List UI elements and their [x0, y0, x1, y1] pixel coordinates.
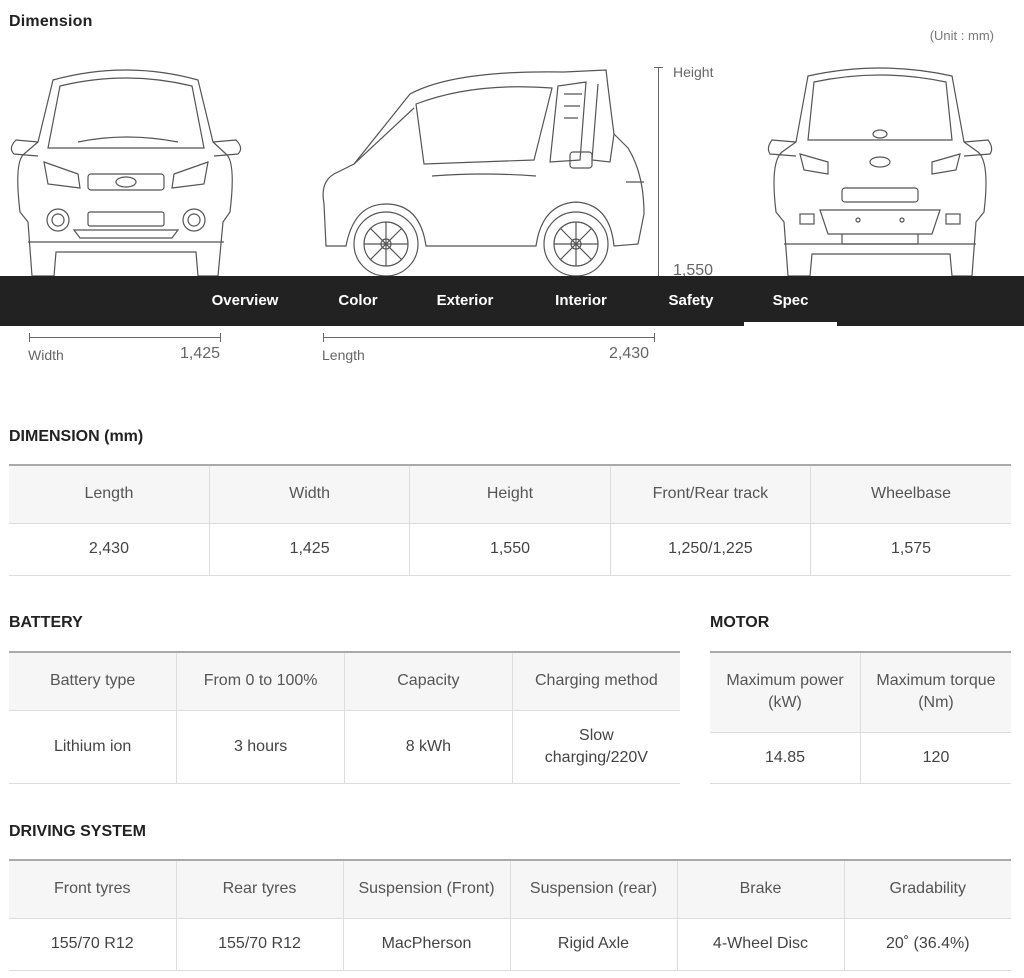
driving-value-cell: 20˚ (36.4%): [844, 918, 1011, 971]
length-label: Length: [322, 347, 365, 363]
width-measure-line: [29, 337, 220, 338]
nav-safety[interactable]: Safety: [650, 276, 732, 326]
driving-header-cell: Rear tyres: [176, 859, 344, 919]
motor-value-cell: 120: [860, 732, 1011, 784]
page-title: Dimension: [9, 13, 93, 30]
table-row: 14.85 120: [710, 732, 1011, 784]
dimension-header-row: Length Width Height Front/Rear track Whe…: [9, 464, 1011, 524]
length-value: 2,430: [609, 345, 650, 362]
driving-value-cell: 155/70 R12: [176, 918, 344, 971]
driving-header-cell: Suspension (Front): [343, 859, 511, 919]
nav-active-indicator: [744, 322, 837, 326]
table-row: 155/70 R12 155/70 R12 MacPherson Rigid A…: [9, 918, 1011, 971]
dimension-header-cell: Wheelbase: [810, 464, 1011, 524]
motor-table: Maximum power (kW) Maximum torque (Nm) 1…: [710, 651, 1011, 784]
driving-section-title: DRIVING SYSTEM: [9, 823, 146, 840]
car-side-view-image: [314, 64, 650, 278]
battery-value-cell: Slow charging/220V: [512, 710, 680, 784]
unit-note: (Unit : mm): [929, 28, 994, 43]
battery-value-cell: Lithium ion: [9, 710, 178, 784]
dimension-header-cell: Width: [209, 464, 411, 524]
dimension-value-cell: 2,430: [9, 523, 210, 576]
driving-header-cell: Suspension (rear): [510, 859, 678, 919]
battery-header-row: Battery type From 0 to 100% Capacity Cha…: [9, 651, 680, 711]
battery-value-cell: 3 hours: [176, 710, 345, 784]
width-measure-tick-right: [220, 333, 221, 342]
height-label: Height: [673, 64, 714, 80]
dimension-header-cell: Height: [409, 464, 611, 524]
motor-section-title: MOTOR: [710, 614, 770, 631]
length-measure-tick-left: [323, 333, 324, 342]
driving-value-cell: Rigid Axle: [510, 918, 678, 971]
nav-spec[interactable]: Spec: [744, 276, 837, 326]
driving-value-cell: 155/70 R12: [9, 918, 177, 971]
driving-value-cell: MacPherson: [343, 918, 511, 971]
length-measure-line: [323, 337, 654, 338]
table-row: Lithium ion 3 hours 8 kWh Slow charging/…: [9, 710, 680, 784]
width-measure-tick-left: [29, 333, 30, 342]
dimension-section-title: DIMENSION (mm): [9, 428, 144, 445]
width-value: 1,425: [180, 345, 221, 362]
battery-header-cell: Charging method: [512, 651, 680, 711]
car-rear-view-image: [766, 62, 996, 278]
dimension-header-cell: Front/Rear track: [610, 464, 812, 524]
battery-header-cell: Capacity: [344, 651, 513, 711]
height-measure-tick: [654, 67, 663, 68]
driving-table: Front tyres Rear tyres Suspension (Front…: [9, 859, 1011, 971]
dimension-value-cell: 1,575: [810, 523, 1011, 576]
dimension-table: Length Width Height Front/Rear track Whe…: [9, 464, 1011, 576]
dimension-value-cell: 1,425: [209, 523, 411, 576]
driving-header-cell: Front tyres: [9, 859, 177, 919]
driving-value-cell: 4-Wheel Disc: [677, 918, 845, 971]
nav-overview[interactable]: Overview: [200, 276, 290, 326]
width-label: Width: [28, 347, 64, 363]
motor-header-cell: Maximum torque (Nm): [860, 651, 1011, 733]
table-row: 2,430 1,425 1,550 1,250/1,225 1,575: [9, 523, 1011, 576]
nav-interior[interactable]: Interior: [540, 276, 622, 326]
dimension-header-cell: Length: [9, 464, 210, 524]
battery-table: Battery type From 0 to 100% Capacity Cha…: [9, 651, 680, 784]
length-measure-tick-right: [654, 333, 655, 342]
motor-header-row: Maximum power (kW) Maximum torque (Nm): [710, 651, 1011, 733]
dimension-value-cell: 1,250/1,225: [610, 523, 812, 576]
height-measure-line: [658, 67, 659, 276]
battery-header-cell: From 0 to 100%: [176, 651, 345, 711]
dimension-value-cell: 1,550: [409, 523, 611, 576]
section-nav-bar: Overview Color Exterior Interior Safety …: [0, 276, 1024, 326]
motor-header-cell: Maximum power (kW): [710, 651, 861, 733]
driving-header-cell: Brake: [677, 859, 845, 919]
battery-header-cell: Battery type: [9, 651, 178, 711]
nav-color[interactable]: Color: [320, 276, 396, 326]
driving-header-cell: Gradability: [844, 859, 1011, 919]
driving-header-row: Front tyres Rear tyres Suspension (Front…: [9, 859, 1011, 919]
battery-section-title: BATTERY: [9, 614, 83, 631]
battery-value-cell: 8 kWh: [344, 710, 513, 784]
car-front-view-image: [8, 62, 244, 278]
nav-exterior[interactable]: Exterior: [424, 276, 506, 326]
motor-value-cell: 14.85: [710, 732, 861, 784]
